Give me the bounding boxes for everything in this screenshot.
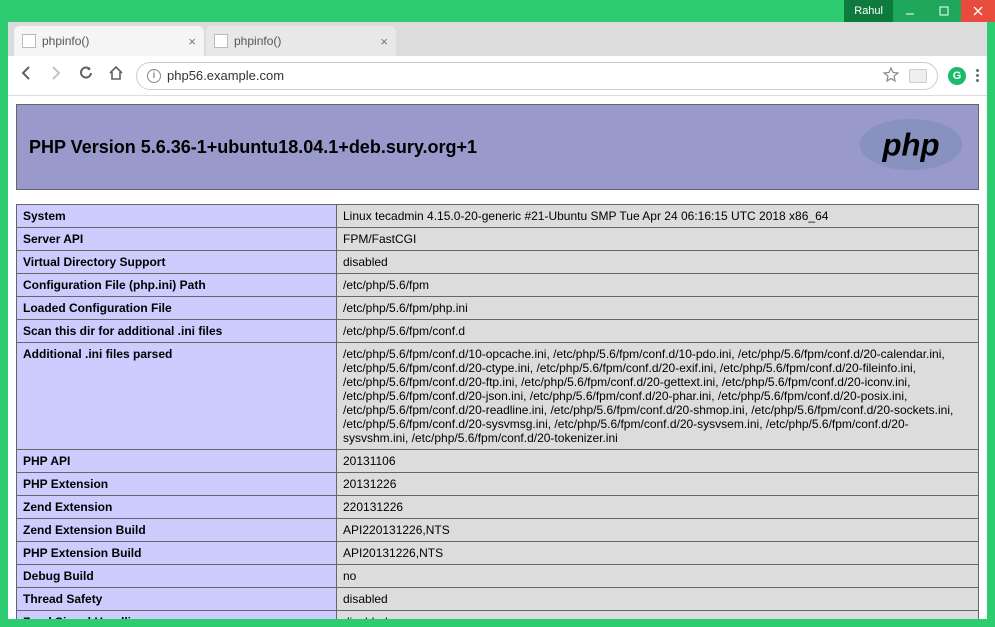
config-key: Zend Extension (17, 496, 337, 519)
config-value: disabled (337, 588, 979, 611)
config-value: /etc/php/5.6/fpm/conf.d (337, 320, 979, 343)
config-value: 20131106 (337, 450, 979, 473)
config-value: FPM/FastCGI (337, 228, 979, 251)
config-key: PHP Extension (17, 473, 337, 496)
config-value: /etc/php/5.6/fpm/php.ini (337, 297, 979, 320)
table-row: Virtual Directory Supportdisabled (17, 251, 979, 274)
table-row: PHP Extension20131226 (17, 473, 979, 496)
config-key: Loaded Configuration File (17, 297, 337, 320)
site-info-icon[interactable]: i (147, 69, 161, 83)
config-key: Scan this dir for additional .ini files (17, 320, 337, 343)
config-key: Virtual Directory Support (17, 251, 337, 274)
table-row: Additional .ini files parsed/etc/php/5.6… (17, 343, 979, 450)
config-value: API20131226,NTS (337, 542, 979, 565)
config-value: /etc/php/5.6/fpm/conf.d/10-opcache.ini, … (337, 343, 979, 450)
table-row: PHP Extension BuildAPI20131226,NTS (17, 542, 979, 565)
table-row: SystemLinux tecadmin 4.15.0-20-generic #… (17, 205, 979, 228)
phpinfo-header: PHP Version 5.6.36-1+ubuntu18.04.1+deb.s… (16, 104, 979, 190)
config-key: System (17, 205, 337, 228)
table-row: Loaded Configuration File/etc/php/5.6/fp… (17, 297, 979, 320)
config-value: API220131226,NTS (337, 519, 979, 542)
table-row: Zend Extension220131226 (17, 496, 979, 519)
window-minimize-button[interactable] (893, 0, 927, 22)
phpinfo-table: SystemLinux tecadmin 4.15.0-20-generic #… (16, 204, 979, 619)
table-row: PHP API20131106 (17, 450, 979, 473)
svg-text:php: php (881, 128, 939, 163)
config-key: Debug Build (17, 565, 337, 588)
tab-title: phpinfo() (234, 34, 281, 48)
url-text: php56.example.com (167, 68, 284, 83)
home-button[interactable] (106, 65, 126, 86)
bookmark-icon[interactable] (883, 66, 899, 85)
tab-strip: phpinfo() × phpinfo() × (8, 22, 987, 56)
browser-window: phpinfo() × phpinfo() × i php56.example.… (8, 22, 987, 619)
config-value: Linux tecadmin 4.15.0-20-generic #21-Ubu… (337, 205, 979, 228)
config-value: no (337, 565, 979, 588)
config-key: Additional .ini files parsed (17, 343, 337, 450)
config-key: PHP Extension Build (17, 542, 337, 565)
screenshot-icon[interactable] (909, 69, 927, 83)
forward-button[interactable] (46, 65, 66, 86)
config-key: Server API (17, 228, 337, 251)
config-value: /etc/php/5.6/fpm (337, 274, 979, 297)
config-value: disabled (337, 251, 979, 274)
config-key: Thread Safety (17, 588, 337, 611)
file-icon (22, 34, 36, 48)
browser-tab-0[interactable]: phpinfo() × (14, 26, 204, 56)
config-value: disabled (337, 611, 979, 620)
file-icon (214, 34, 228, 48)
close-icon[interactable]: × (380, 34, 388, 49)
reload-button[interactable] (76, 65, 96, 86)
window-maximize-button[interactable] (927, 0, 961, 22)
config-key: PHP API (17, 450, 337, 473)
table-row: Zend Extension BuildAPI220131226,NTS (17, 519, 979, 542)
config-key: Configuration File (php.ini) Path (17, 274, 337, 297)
browser-tab-1[interactable]: phpinfo() × (206, 26, 396, 56)
table-row: Debug Buildno (17, 565, 979, 588)
php-logo: php (856, 117, 966, 177)
php-version-title: PHP Version 5.6.36-1+ubuntu18.04.1+deb.s… (29, 137, 477, 158)
table-row: Scan this dir for additional .ini files/… (17, 320, 979, 343)
config-value: 20131226 (337, 473, 979, 496)
config-value: 220131226 (337, 496, 979, 519)
table-row: Configuration File (php.ini) Path/etc/ph… (17, 274, 979, 297)
page-content[interactable]: PHP Version 5.6.36-1+ubuntu18.04.1+deb.s… (8, 96, 987, 619)
grammarly-icon[interactable]: G (948, 67, 966, 85)
browser-menu-button[interactable] (976, 69, 979, 82)
user-badge[interactable]: Rahul (844, 0, 893, 22)
table-row: Thread Safetydisabled (17, 588, 979, 611)
window-close-button[interactable] (961, 0, 995, 22)
config-key: Zend Extension Build (17, 519, 337, 542)
address-bar[interactable]: i php56.example.com (136, 62, 938, 90)
back-button[interactable] (16, 65, 36, 86)
config-key: Zend Signal Handling (17, 611, 337, 620)
window-titlebar: Rahul (0, 0, 995, 22)
browser-toolbar: i php56.example.com G (8, 56, 987, 96)
tab-title: phpinfo() (42, 34, 89, 48)
close-icon[interactable]: × (188, 34, 196, 49)
table-row: Zend Signal Handlingdisabled (17, 611, 979, 620)
table-row: Server APIFPM/FastCGI (17, 228, 979, 251)
